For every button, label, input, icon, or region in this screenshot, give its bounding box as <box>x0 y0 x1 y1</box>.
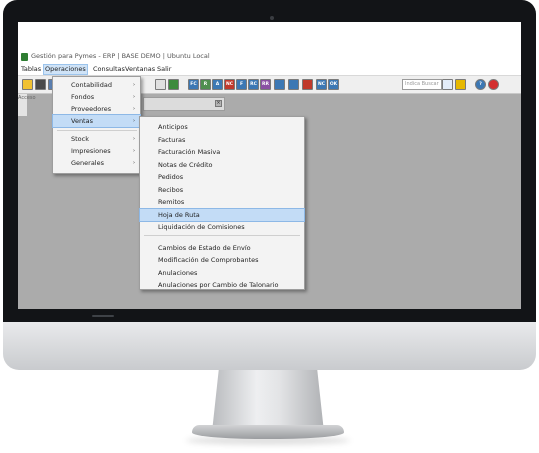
new-document-icon[interactable] <box>22 79 33 90</box>
ventas-item-label: Hoja de Ruta <box>158 210 200 219</box>
ventas-item[interactable]: Recibos <box>140 184 304 196</box>
ventas-submenu: Anticipos Facturas Facturación Masiva Notas… <box>139 116 305 290</box>
submenu-arrow-icon: › <box>133 118 135 124</box>
ventas-item-label: Anulaciones <box>158 268 198 277</box>
ok-icon[interactable]: OK <box>328 79 339 90</box>
ventas-item[interactable]: Anticipos <box>140 121 304 133</box>
operaciones-item[interactable]: Stock › <box>53 133 140 145</box>
calc-icon[interactable] <box>274 79 285 90</box>
monitor-stand-base <box>192 425 344 439</box>
toolbar-search-input[interactable]: Indica Buscar <box>402 79 442 90</box>
menu-separator <box>57 130 137 131</box>
help-icon[interactable]: ? <box>475 79 486 90</box>
ventas-item[interactable]: Notas de Crédito <box>140 159 304 171</box>
nc-icon[interactable]: NC <box>224 79 235 90</box>
ventas-item[interactable]: Cambios de Estado de Envío <box>140 242 304 254</box>
menu-bar: Tablas Operaciones Consultas Ventanas Sa… <box>18 64 521 76</box>
rr-icon[interactable]: RR <box>260 79 271 90</box>
operaciones-item-label: Stock <box>71 135 89 143</box>
operaciones-item-label: Generales <box>71 159 105 167</box>
ventas-item[interactable]: Hoja de Ruta <box>139 207 305 222</box>
ventas-item-label: Cambios de Estado de Envío <box>158 243 251 252</box>
operaciones-item-label: Proveedores <box>71 105 112 113</box>
ventas-item-label: Liquidación de Comisiones <box>158 223 245 231</box>
ventas-item-label: Modificación de Comprobantes <box>158 256 259 264</box>
grid-icon[interactable] <box>35 79 46 90</box>
app-logo-icon <box>21 53 28 61</box>
operaciones-item[interactable]: Proveedores › <box>53 103 140 115</box>
fc-icon[interactable]: FC <box>188 79 199 90</box>
ventas-item[interactable]: Pedidos <box>140 171 304 183</box>
menu-operaciones[interactable]: Operaciones <box>43 64 88 75</box>
webcam <box>270 16 274 20</box>
a-icon[interactable]: A <box>212 79 223 90</box>
r-icon[interactable]: R <box>200 79 211 90</box>
ventas-item-label: Pedidos <box>158 173 184 181</box>
menu-tablas[interactable]: Tablas <box>20 65 42 74</box>
title-bar: Gestión para Pymes - ERP | BASE DEMO | U… <box>18 50 521 64</box>
nc2-icon[interactable]: NC <box>316 79 327 90</box>
ventas-item[interactable]: Modificación de Comprobantes <box>140 254 304 266</box>
submenu-arrow-icon: › <box>133 106 135 112</box>
operaciones-item[interactable]: Ventas › <box>52 114 141 128</box>
rc-icon[interactable]: RC <box>248 79 259 90</box>
close-icon[interactable] <box>488 79 499 90</box>
operaciones-item[interactable]: Impresiones › <box>53 145 140 157</box>
menu-consultas[interactable]: Consultas <box>92 65 126 74</box>
ventas-item[interactable]: Facturación Masiva <box>140 146 304 158</box>
submenu-arrow-icon: › <box>133 136 135 142</box>
operaciones-item[interactable]: Fondos › <box>53 91 140 103</box>
access-panel-label: Acceso <box>18 95 36 101</box>
menu-separator <box>144 235 300 236</box>
operaciones-item[interactable]: Generales › <box>53 157 140 169</box>
document-icon[interactable] <box>155 79 166 90</box>
submenu-arrow-icon: › <box>133 94 135 100</box>
folder-icon[interactable] <box>455 79 466 90</box>
child-window: × <box>143 97 225 111</box>
zoom-icon[interactable] <box>168 79 179 90</box>
desktop-background <box>18 22 521 50</box>
ventas-item-label: Recibos <box>158 185 184 194</box>
ventas-item[interactable]: Liquidación de Comisiones <box>140 221 304 233</box>
chart-icon[interactable] <box>288 79 299 90</box>
operaciones-item-label: Ventas <box>71 117 93 125</box>
access-panel: Acceso <box>18 94 36 116</box>
ventas-item-label: Remitos <box>158 198 185 206</box>
ventas-item-label: Notas de Crédito <box>158 160 213 169</box>
monitor-chin <box>3 322 536 370</box>
submenu-arrow-icon: › <box>133 82 135 88</box>
ventas-item-label: Anticipos <box>158 123 188 131</box>
operaciones-item-label: Fondos <box>71 93 95 101</box>
ventas-item[interactable]: Facturas <box>140 134 304 146</box>
monitor-screen: Gestión para Pymes - ERP | BASE DEMO | U… <box>18 22 521 309</box>
monitor-stand-neck <box>212 370 324 432</box>
submenu-arrow-icon: › <box>133 160 135 166</box>
child-window-close-icon[interactable]: × <box>215 100 222 107</box>
ventas-item-label: Facturación Masiva <box>158 148 221 156</box>
f-icon[interactable]: F <box>236 79 247 90</box>
menu-salir[interactable]: Salir <box>156 65 172 74</box>
window-title: Gestión para Pymes - ERP | BASE DEMO | U… <box>31 52 210 60</box>
ventas-item-label: Anulaciones por Cambio de Talonario <box>158 281 279 289</box>
operaciones-item-label: Impresiones <box>71 147 111 155</box>
submenu-arrow-icon: › <box>133 148 135 154</box>
ventas-item[interactable]: Anulaciones <box>140 267 304 279</box>
ventas-item-label: Facturas <box>158 135 186 144</box>
operaciones-item[interactable]: Contabilidad › <box>53 79 140 91</box>
search-icon[interactable] <box>442 79 453 90</box>
warning-icon[interactable] <box>302 79 313 90</box>
operaciones-dropdown: Contabilidad › Fondos › Proveedores › Ventas › S… <box>52 76 141 174</box>
ventas-item[interactable]: Remitos <box>140 196 304 208</box>
ventas-item[interactable]: Anulaciones por Cambio de Talonario <box>140 279 304 291</box>
power-indicator <box>92 315 114 317</box>
operaciones-item-label: Contabilidad <box>71 81 112 89</box>
menu-ventanas[interactable]: Ventanas <box>124 65 156 74</box>
